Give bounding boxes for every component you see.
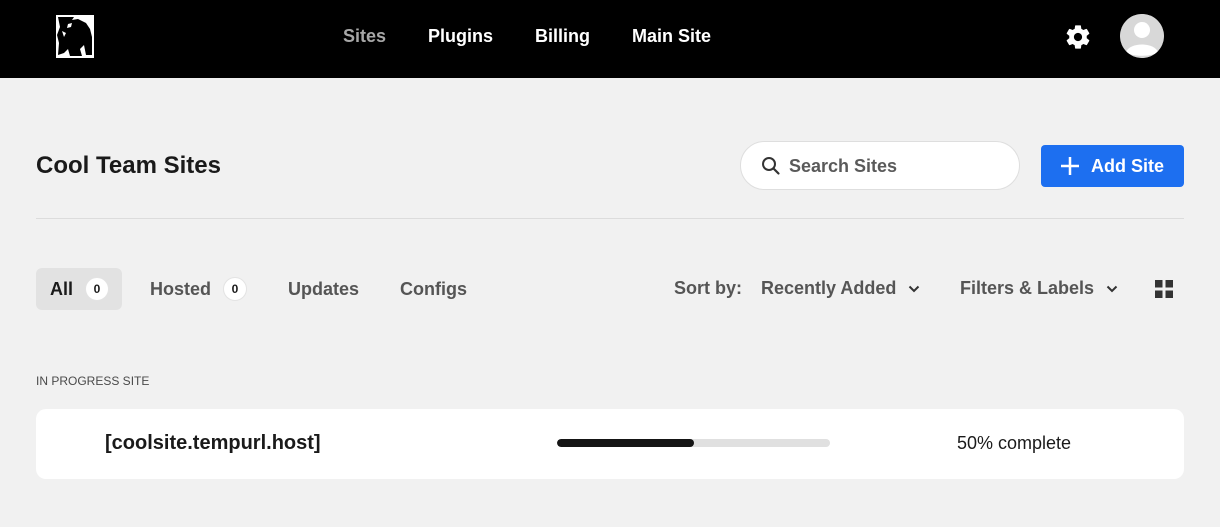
site-name: [coolsite.tempurl.host] bbox=[105, 432, 321, 454]
filters-label: Filters & Labels bbox=[960, 278, 1095, 298]
main-nav: Sites Plugins Billing Main Site bbox=[322, 24, 732, 50]
avatar-icon[interactable] bbox=[1120, 14, 1164, 58]
search-icon bbox=[761, 156, 781, 181]
divider bbox=[36, 218, 1184, 219]
tab-configs-label: Configs bbox=[400, 278, 467, 299]
nav-plugins[interactable]: Plugins bbox=[428, 24, 493, 50]
nav-main-site[interactable]: Main Site bbox=[632, 24, 711, 50]
sort-label: Sort by: bbox=[674, 278, 743, 298]
gorilla-logo-icon[interactable] bbox=[56, 15, 94, 58]
tab-updates[interactable]: Updates bbox=[288, 268, 359, 310]
top-navigation-bar: Sites Plugins Billing Main Site bbox=[0, 0, 1220, 78]
in-progress-site-card: [coolsite.tempurl.host] 50% complete bbox=[36, 409, 1184, 479]
nav-billing[interactable]: Billing bbox=[535, 24, 590, 50]
search-box[interactable] bbox=[740, 141, 1020, 190]
progress-bar bbox=[557, 439, 830, 447]
tab-hosted-label: Hosted bbox=[150, 278, 212, 299]
chevron-down-icon bbox=[909, 285, 920, 292]
grid-view-icon[interactable] bbox=[1155, 280, 1173, 298]
tab-all[interactable]: All 0 bbox=[36, 268, 122, 310]
sort-dropdown[interactable]: Recently Added bbox=[761, 278, 920, 299]
add-site-button[interactable]: Add Site bbox=[1041, 145, 1184, 187]
tab-all-label: All bbox=[50, 278, 74, 299]
filters-dropdown[interactable]: Filters & Labels bbox=[960, 278, 1118, 299]
chevron-down-icon bbox=[1106, 285, 1118, 292]
page-title: Cool Team Sites bbox=[36, 152, 221, 179]
progress-bar-fill bbox=[557, 439, 694, 447]
search-input[interactable] bbox=[789, 152, 1009, 180]
tab-configs[interactable]: Configs bbox=[400, 268, 467, 310]
tab-hosted-count: 0 bbox=[223, 277, 248, 301]
gear-icon[interactable] bbox=[1064, 23, 1092, 51]
tab-hosted[interactable]: Hosted 0 bbox=[150, 268, 248, 310]
nav-sites[interactable]: Sites bbox=[343, 24, 386, 50]
tab-all-count: 0 bbox=[85, 277, 110, 301]
in-progress-section-label: IN PROGRESS SITE bbox=[36, 374, 150, 388]
plus-icon bbox=[1061, 157, 1079, 175]
progress-text: 50% complete bbox=[957, 433, 1072, 453]
sort-value: Recently Added bbox=[761, 278, 897, 298]
add-site-label: Add Site bbox=[1091, 155, 1165, 176]
tab-updates-label: Updates bbox=[288, 278, 360, 299]
